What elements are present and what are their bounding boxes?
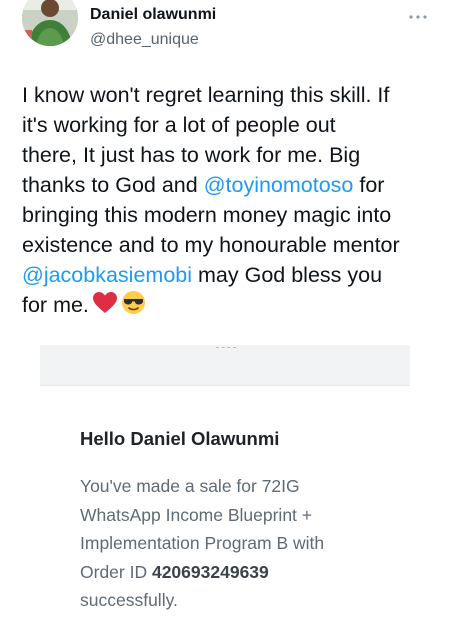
tweet-text-segment: may God bless you [192,263,383,287]
tweet-line: @jacobkasiemobi may God bless you [22,260,437,290]
email-body: You've made a sale for 72IG WhatsApp Inc… [80,472,400,615]
tweet-line: existence and to my honourable mentor [22,233,400,257]
email-body-line: WhatsApp Income Blueprint + [80,504,312,525]
email-body-line: Order ID 420693249639 [80,558,400,587]
tweet-line: thanks to God and @toyinomotoso for [22,170,437,200]
email-body-line: successfully. [80,590,178,610]
tweet-line: there, It just has to work for me. Big [22,143,361,167]
avatar[interactable] [22,0,78,46]
smiling-face-with-sunglasses-emoji-icon [121,290,146,323]
email-body-line: You've made a sale for 72IG [80,476,300,496]
author-handle[interactable]: @dhee_unique [90,30,199,50]
tweet-text: I know won't regret learning this skill.… [22,80,437,323]
tweet-line: for me. [22,290,437,323]
email-text-segment: Order ID [80,561,152,582]
red-heart-emoji-icon [92,291,118,323]
tweet-text-segment: thanks to God and [22,173,204,197]
mention-link-jacobkasiemobi[interactable]: @jacobkasiemobi [22,263,192,287]
email-header-bar [40,345,410,386]
mention-link-toyinomotoso[interactable]: @toyinomotoso [204,173,354,197]
order-id: 420693249639 [151,561,269,582]
email-header-divider [216,347,236,350]
email-body-line: Implementation Program B with [80,533,325,553]
more-options-icon[interactable] [406,10,430,24]
tweet-line: it's working for a lot of people out [22,113,336,137]
author-display-name[interactable]: Daniel olawunmi [90,6,216,24]
tweet-line: bringing this modern money magic into [22,203,392,227]
tweet-text-segment: for [353,173,385,197]
tweet-line: I know won't regret learning this skill.… [22,83,390,107]
email-greeting: Hello Daniel Olawunmi [80,428,280,449]
tweet-text-segment: for me. [22,293,89,317]
avatar-photo-icon [22,0,78,46]
